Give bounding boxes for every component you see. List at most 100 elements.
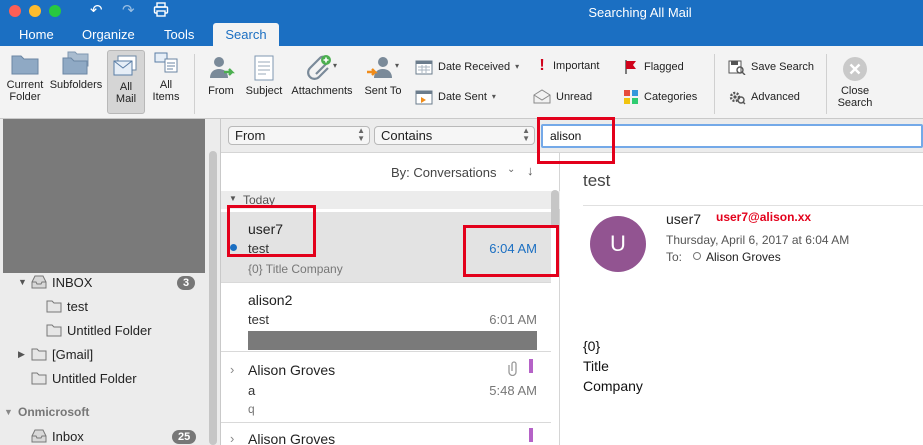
subject-icon [254,55,274,81]
sent-to-filter-button[interactable]: ▾ Sent To [360,54,406,97]
folder-untitled-folder-2[interactable]: Untitled Folder [52,371,137,386]
sort-direction-arrow-icon[interactable]: ↓ [527,163,534,178]
message-preview: q [248,402,255,416]
folder-sidebar: ▼ INBOX 3 test Untitled Folder ▶ [Gmail]… [0,119,221,445]
tab-search[interactable]: Search [213,23,279,47]
categories-icon [624,90,638,104]
folder-icon [11,55,39,75]
tab-tools[interactable]: Tools [164,27,194,42]
close-window-button[interactable] [9,5,21,17]
message-list-scrollbar[interactable] [551,190,559,228]
envelope-icon [533,89,551,104]
folder-gmail[interactable]: [Gmail] [52,347,93,362]
folder-inbox-onmicrosoft[interactable]: Inbox [52,429,84,444]
from-filter-button[interactable]: From [203,54,239,97]
folder-icon [46,324,62,337]
email-sender[interactable]: user7 [666,211,701,227]
inbox-icon [31,275,47,289]
save-search-button[interactable]: Save Search [728,59,814,75]
message-sender: alison2 [248,292,293,308]
account-onmicrosoft[interactable]: Onmicrosoft [18,405,89,419]
thread-expand-chevron-icon[interactable]: › [230,362,234,377]
criteria-operator-select[interactable]: Contains ▲ ▼ [374,126,535,145]
folder-untitled-folder[interactable]: Untitled Folder [67,323,152,338]
sort-conversations-button[interactable]: By: Conversations [391,165,497,180]
account-expand-triangle-icon[interactable]: ▼ [4,407,13,417]
all-mail-label-2: Mail [115,93,137,105]
inbox-expand-triangle-icon[interactable]: ▼ [18,277,27,287]
preview-redacted [248,331,537,350]
subject-filter-button[interactable]: Subject [243,54,285,97]
close-search-button[interactable]: Close Search [834,56,876,109]
current-folder-button[interactable]: Current Folder [3,50,47,103]
all-mail-icon [113,55,137,76]
person-from-icon [210,57,235,78]
svg-text:▾: ▾ [333,61,337,70]
search-ribbon: Current Folder Subfolders All Mail All I… [0,46,923,119]
all-items-label-1: All [159,79,173,91]
email-body: {0} Title Company [583,336,643,396]
zoom-window-button[interactable] [49,5,61,17]
sort-row: By: Conversations ⌄ ↓ [221,153,560,189]
categories-filter-button[interactable]: Categories [623,89,697,105]
all-mail-label-1: All [119,81,133,93]
minimize-window-button[interactable] [29,5,41,17]
advanced-label: Advanced [751,91,800,103]
category-color-tag [529,359,533,373]
redo-icon[interactable]: ↷ [122,2,135,20]
gear-search-icon [729,91,746,105]
message-time: 5:48 AM [489,383,537,398]
ribbon-divider [714,54,715,114]
attachments-filter-button[interactable]: ▾ Attachments [289,54,355,97]
annotation-box-time [463,225,559,277]
category-color-tag [529,428,533,442]
email-date: Thursday, April 6, 2017 at 6:04 AM [666,233,850,247]
date-sent-chevron-down-icon: ▾ [491,92,496,101]
save-search-icon [728,60,746,75]
reading-pane: test user7 user7@alison.xx Thursday, Apr… [561,153,923,445]
message-item-alison-groves-2[interactable]: › Alison Groves [221,424,551,445]
folder-inbox[interactable]: INBOX [52,275,92,290]
message-item-alison-groves[interactable]: › Alison Groves a q 5:48 AM [221,353,551,423]
close-search-label-1: Close [840,85,870,97]
important-label: Important [553,60,600,72]
paperclip-icon: ▾ [307,55,337,80]
unread-filter-button[interactable]: Unread [533,89,592,104]
close-icon [843,57,867,81]
all-items-button[interactable]: All Items [148,50,184,103]
undo-icon[interactable]: ↶ [90,2,103,20]
sort-chevron-down-icon[interactable]: ⌄ [507,164,515,175]
calendar-sent-icon [415,90,433,105]
print-icon[interactable] [153,2,169,23]
folder-icon [31,372,47,385]
important-filter-button[interactable]: ! Important [536,58,600,74]
thread-expand-chevron-icon[interactable]: › [230,431,234,445]
select-arrows-icon: ▲ ▼ [357,126,365,143]
all-mail-button[interactable]: All Mail [107,50,145,114]
email-subject: test [583,171,611,190]
sidebar-scrollbar[interactable] [209,151,217,445]
attachments-filter-label: Attachments [291,85,353,97]
subfolders-icon [62,51,89,75]
sender-address-annotation: user7@alison.xx [716,210,812,224]
flagged-filter-button[interactable]: Flagged [623,59,684,75]
inbox-onmicrosoft-badge: 25 [172,430,197,444]
folder-test[interactable]: test [67,299,88,314]
message-preview: {0} Title Company [248,262,343,276]
all-items-icon [154,52,178,73]
tab-home[interactable]: Home [19,27,54,42]
to-label: To: [666,250,683,264]
criteria-field-select[interactable]: From ▲ ▼ [228,126,370,145]
date-sent-button[interactable]: Date Sent ▾ [415,89,496,105]
subject-filter-label: Subject [245,85,283,97]
message-item-alison2[interactable]: alison2 test 6:01 AM [221,284,551,352]
date-received-button[interactable]: Date Received ▾ [415,59,519,75]
advanced-search-button[interactable]: Advanced [728,89,800,105]
recipient-name[interactable]: Alison Groves [706,250,781,264]
tab-organize[interactable]: Organize [82,27,135,42]
message-subject: a [248,383,256,398]
all-items-label-2: Items [152,91,180,103]
current-folder-label-1: Current [6,79,44,91]
gmail-expand-triangle-icon[interactable]: ▶ [18,349,25,360]
subfolders-button[interactable]: Subfolders [48,50,104,91]
